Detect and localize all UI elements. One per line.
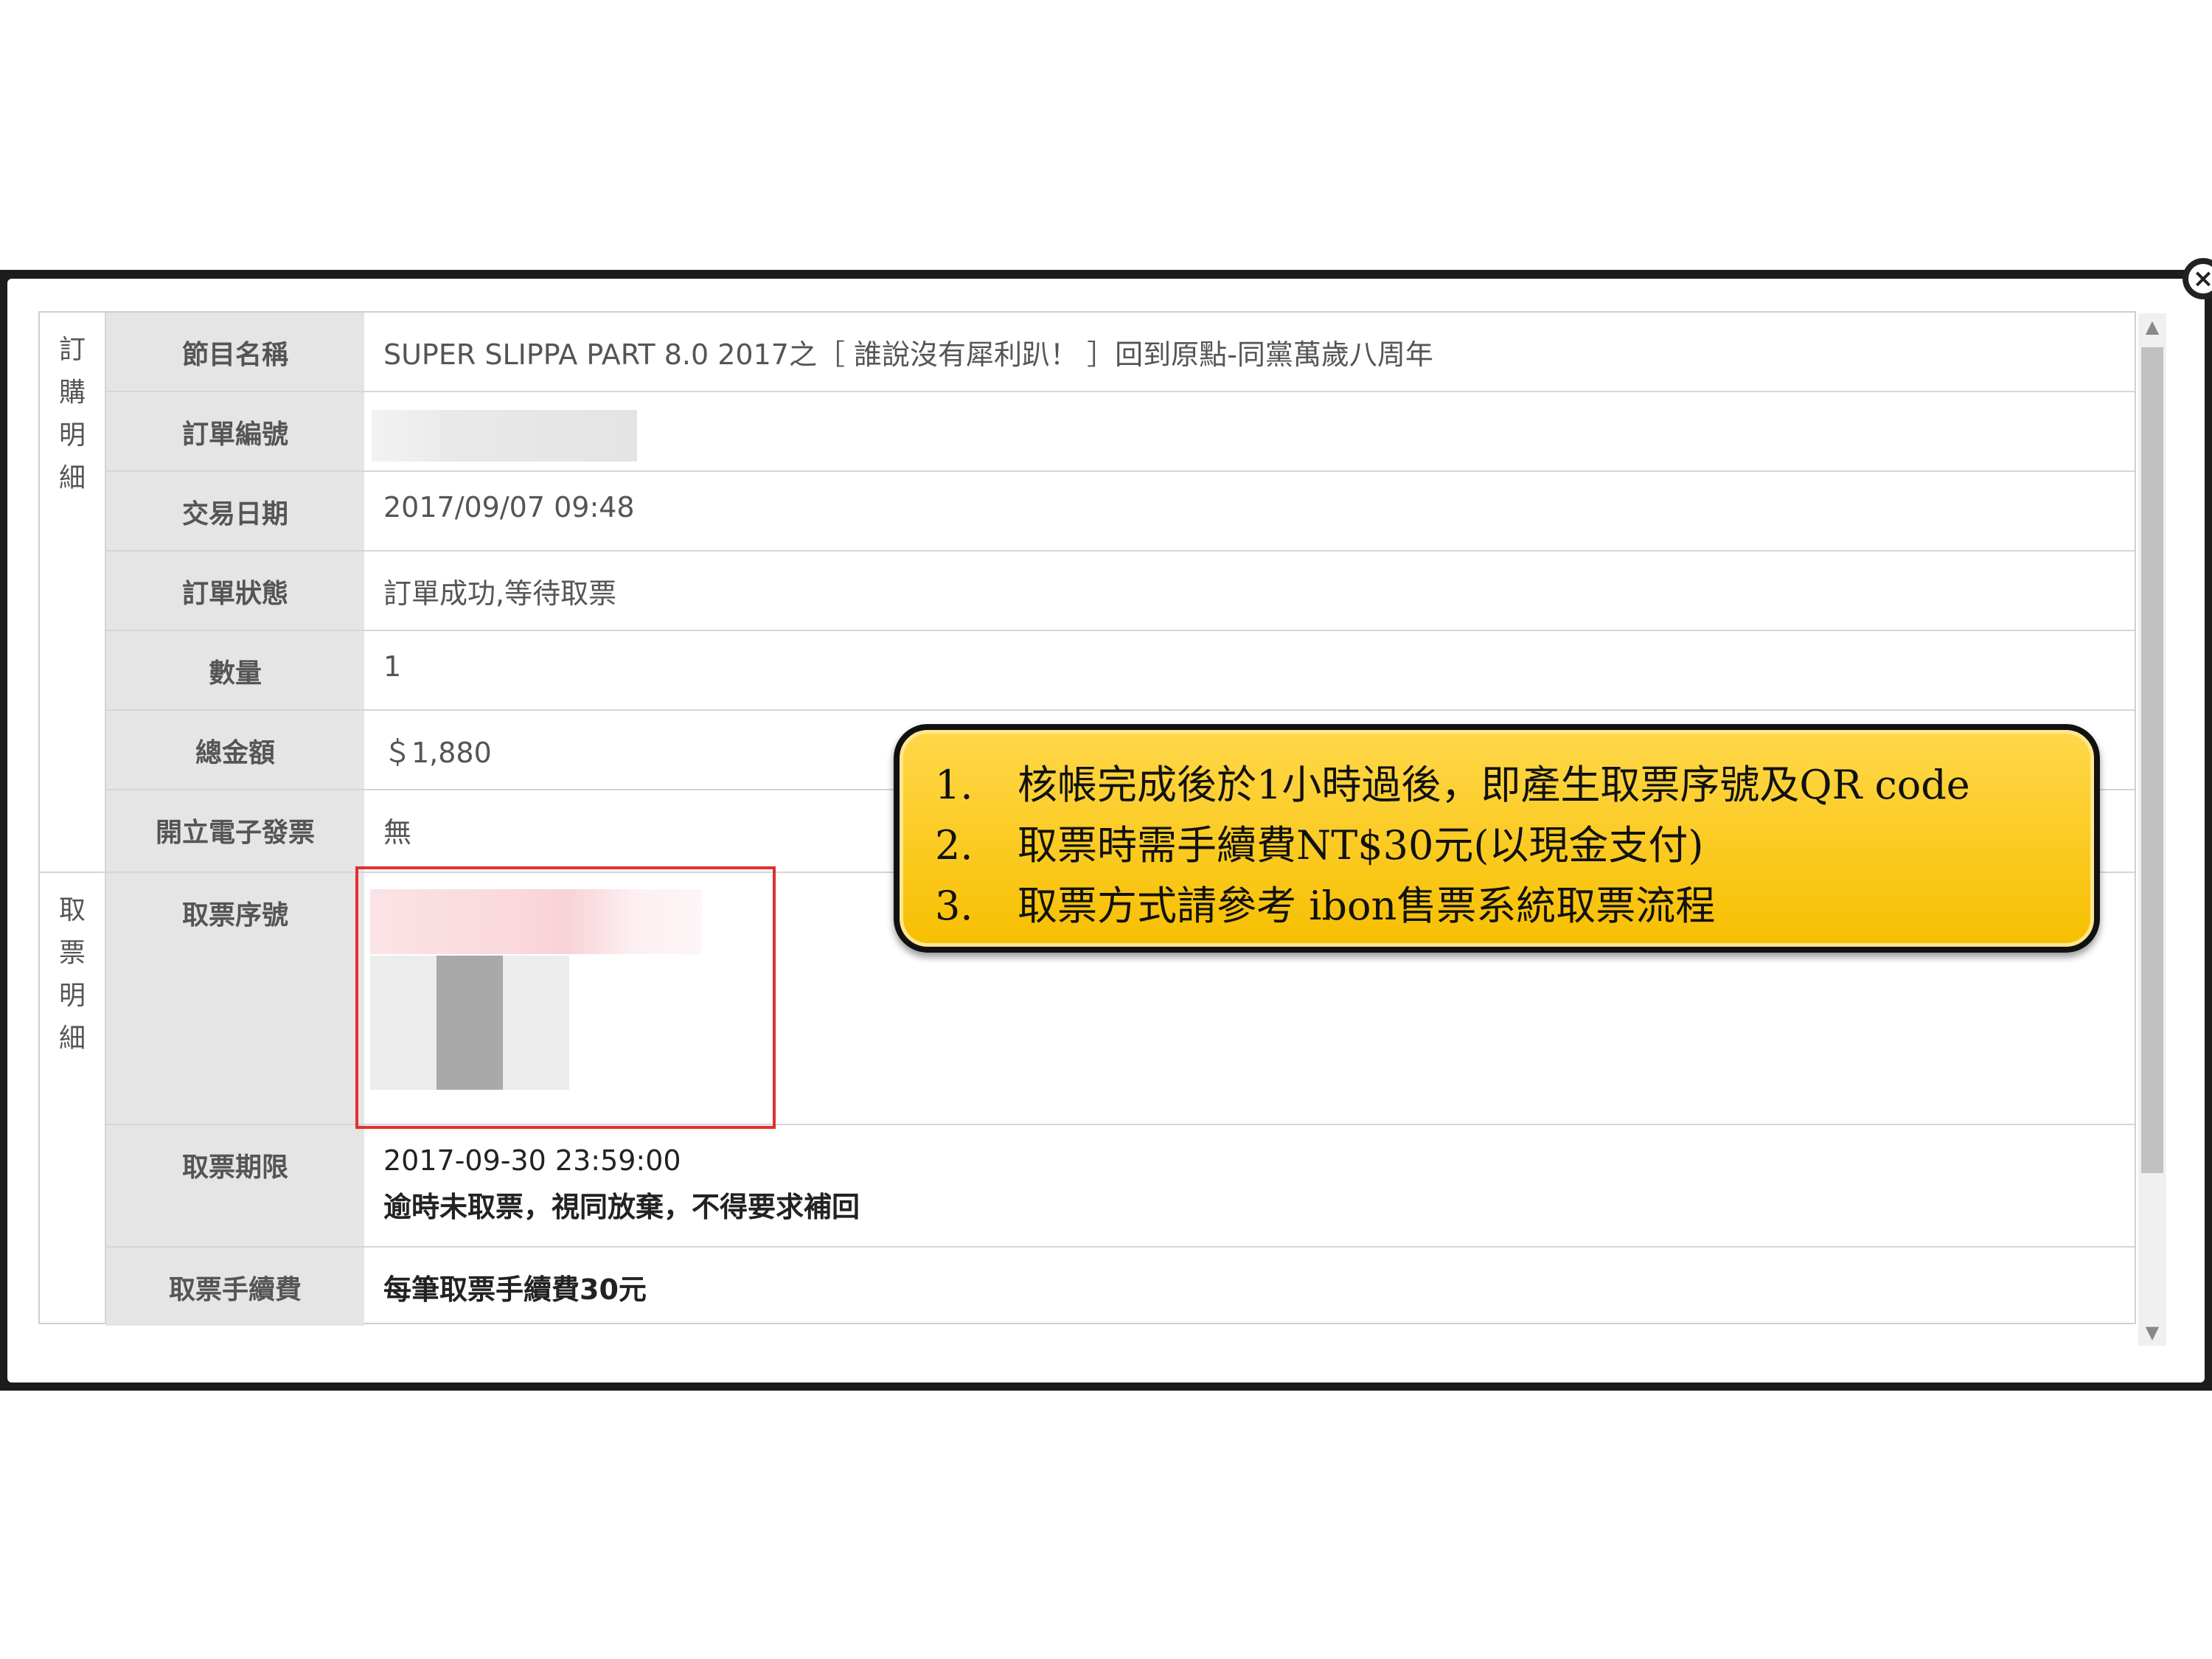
order-number-value xyxy=(364,392,2135,470)
order-status-value: 訂單成功,等待取票 xyxy=(383,577,617,610)
row-trade-date: 交易日期 2017/09/07 09:48 xyxy=(106,472,2135,552)
instruction-number: 2. xyxy=(935,822,973,869)
instruction-item: 2. 取票時需手續費NT$30元(以現金支付) xyxy=(935,815,2094,876)
instruction-list: 1. 核帳完成後於1小時過後，即產生取票序號及QR code 2. 取票時需手續… xyxy=(900,730,2094,936)
pickup-serial-highlight xyxy=(355,866,776,1129)
row-pickup-fee: 取票手續費 每筆取票手續費30元 xyxy=(106,1248,2135,1326)
section-char: 細 xyxy=(58,1023,86,1054)
section-char: 明 xyxy=(58,420,86,451)
instruction-number: 3. xyxy=(935,883,973,929)
program-name-label: 節目名稱 xyxy=(106,313,364,391)
pickup-deadline-label: 取票期限 xyxy=(106,1125,364,1246)
trade-date-label: 交易日期 xyxy=(106,472,364,550)
pickup-fee-label: 取票手續費 xyxy=(106,1248,364,1326)
row-quantity: 數量 1 xyxy=(106,631,2135,711)
instruction-text: 取票方式請參考 ibon售票系統取票流程 xyxy=(1018,883,1716,929)
row-order-status: 訂單狀態 訂單成功,等待取票 xyxy=(106,552,2135,631)
quantity-label: 數量 xyxy=(106,631,364,709)
order-status-label: 訂單狀態 xyxy=(106,552,364,630)
section-char: 取 xyxy=(58,895,86,925)
row-program-name: 節目名稱 SUPER SLIPPA PART 8.0 2017之［ 誰說沒有犀利… xyxy=(106,313,2135,392)
row-order-number: 訂單編號 xyxy=(106,392,2135,472)
scroll-up-icon[interactable]: ▲ xyxy=(2138,313,2166,340)
instruction-number: 1. xyxy=(935,762,973,808)
program-name-value: SUPER SLIPPA PART 8.0 2017之［ 誰說沒有犀利趴！ ］回… xyxy=(383,338,1433,371)
instruction-text: 取票時需手續費NT$30元(以現金支付) xyxy=(1018,822,1704,869)
pickup-deadline-datetime: 2017-09-30 23:59:00 xyxy=(383,1144,681,1177)
section-label-order: 訂 購 明 細 xyxy=(40,313,106,873)
trade-date-value: 2017/09/07 09:48 xyxy=(383,491,635,524)
section-char: 票 xyxy=(58,938,86,968)
quantity-value: 1 xyxy=(383,650,402,683)
close-icon: × xyxy=(2192,264,2212,293)
vertical-scrollbar[interactable]: ▲ ▼ xyxy=(2138,313,2166,1346)
order-number-label: 訂單編號 xyxy=(106,392,364,470)
total-label: 總金額 xyxy=(106,711,364,789)
instruction-item: 1. 核帳完成後於1小時過後，即產生取票序號及QR code xyxy=(935,755,2094,815)
redacted-order-number xyxy=(372,410,637,462)
scroll-down-icon[interactable]: ▼ xyxy=(2138,1319,2166,1346)
instruction-callout: 1. 核帳完成後於1小時過後，即產生取票序號及QR code 2. 取票時需手續… xyxy=(894,724,2100,953)
section-char: 訂 xyxy=(58,335,86,365)
section-char: 購 xyxy=(58,378,86,408)
pickup-serial-label: 取票序號 xyxy=(106,873,364,1124)
pickup-deadline-note: 逾時未取票，視同放棄，不得要求補回 xyxy=(383,1191,860,1223)
section-char: 細 xyxy=(58,463,86,493)
instruction-item: 3. 取票方式請參考 ibon售票系統取票流程 xyxy=(935,876,2094,936)
einvoice-label: 開立電子發票 xyxy=(106,790,364,872)
row-pickup-deadline: 取票期限 2017-09-30 23:59:00 逾時未取票，視同放棄，不得要求… xyxy=(106,1125,2135,1248)
pickup-deadline-value: 2017-09-30 23:59:00 逾時未取票，視同放棄，不得要求補回 xyxy=(364,1125,2135,1246)
instruction-text: 核帳完成後於1小時過後，即產生取票序號及QR code xyxy=(1018,762,1970,808)
section-char: 明 xyxy=(58,981,86,1011)
scroll-thumb[interactable] xyxy=(2141,347,2163,1173)
pickup-fee-value: 每筆取票手續費30元 xyxy=(383,1273,647,1306)
section-label-pickup: 取 票 明 細 xyxy=(40,873,106,1324)
